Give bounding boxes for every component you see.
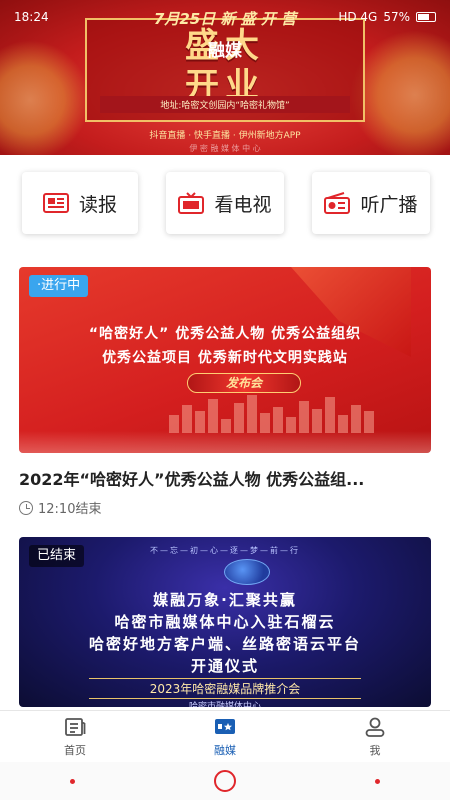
battery-level: 57% (383, 10, 410, 24)
quick-link-radio[interactable]: 听广播 (312, 172, 430, 234)
image-headline-line1: “哈密好人” 优秀公益人物 优秀公益组织 (88, 326, 362, 342)
ended-card-image[interactable]: 不—忘—初—心—逐—梦—前—行 媒融万象·汇聚共赢 哈密市融媒体中心入驻石榴云 … (19, 537, 431, 707)
news-list-icon (65, 718, 86, 736)
globe-logo-icon (224, 559, 270, 585)
card-time-text: 12:10结束 (38, 502, 102, 517)
nav-back-button[interactable] (69, 778, 75, 784)
network-indicator: HD 4G (338, 10, 378, 24)
status-bar: 18:24 HD 4G 57% (0, 0, 450, 34)
tab-label: 我 (369, 744, 381, 757)
tv-icon (178, 192, 205, 214)
banner-strip: 抖音直播 · 快手直播 · 伊州新地方APP (149, 131, 301, 141)
tab-label: 首页 (64, 744, 86, 757)
tab-me[interactable]: 我 (300, 711, 450, 762)
bottom-tab-bar: 首页 融媒 我 (0, 710, 450, 762)
tab-home[interactable]: 首页 (0, 711, 150, 762)
image-footer-text: 哈密市融媒体中心 (188, 702, 261, 707)
system-nav-bar (0, 762, 450, 800)
nav-recents-button[interactable] (375, 778, 381, 784)
battery-icon (416, 12, 436, 22)
tab-media[interactable]: 融媒 (150, 711, 300, 762)
banner-strip-secondary: 伊 密 融 媒 体 中 心 (189, 144, 261, 153)
status-badge-ended: 已结束 (29, 545, 85, 567)
card-time: 12:10结束 (19, 498, 101, 517)
radio-icon (324, 192, 351, 214)
image-subtitle: 2023年哈密融媒品牌推介会 (89, 678, 361, 699)
image-title-line2: 哈密市融媒体中心入驻石榴云 (114, 613, 336, 631)
image-headline-line2: 优秀公益项目 优秀新时代文明实践站 (102, 350, 348, 366)
quick-link-label: 听广播 (360, 193, 418, 216)
user-icon (365, 717, 385, 737)
quick-link-label: 读报 (78, 193, 117, 216)
banner-address: 地址:哈密文创园内“哈密礼物馆” (100, 96, 350, 113)
image-title-line4: 开通仪式 (190, 657, 259, 675)
image-headline: “哈密好人” 优秀公益人物 优秀公益组织 优秀公益项目 优秀新时代文明实践站 (49, 319, 401, 379)
image-event-pill: 发布会 (187, 373, 301, 393)
tab-label: 融媒 (214, 744, 236, 757)
quick-link-newspaper[interactable]: 读报 (22, 172, 138, 234)
image-title-line3: 哈密好地方客户端、丝路密语云平台 (88, 635, 361, 653)
quick-link-tv[interactable]: 看电视 (166, 172, 284, 234)
status-time: 18:24 (14, 10, 49, 24)
page-title: 融媒 (208, 41, 242, 61)
card-title[interactable]: 2022年“哈密好人”优秀公益人物 优秀公益组... (19, 466, 431, 490)
clock-icon (19, 500, 33, 515)
media-icon (215, 719, 235, 734)
live-card-image[interactable]: “哈密好人” 优秀公益人物 优秀公益组织 优秀公益项目 优秀新时代文明实践站 发… (19, 267, 431, 453)
newspaper-icon (42, 192, 69, 214)
image-title-line1: 媒融万象·汇聚共赢 (153, 591, 297, 609)
nav-home-button[interactable] (213, 770, 236, 792)
quick-link-label: 看电视 (214, 193, 272, 216)
skyline-decoration (169, 393, 431, 433)
status-badge-live: ·进行中 (29, 275, 89, 297)
floor-gradient (19, 431, 431, 453)
